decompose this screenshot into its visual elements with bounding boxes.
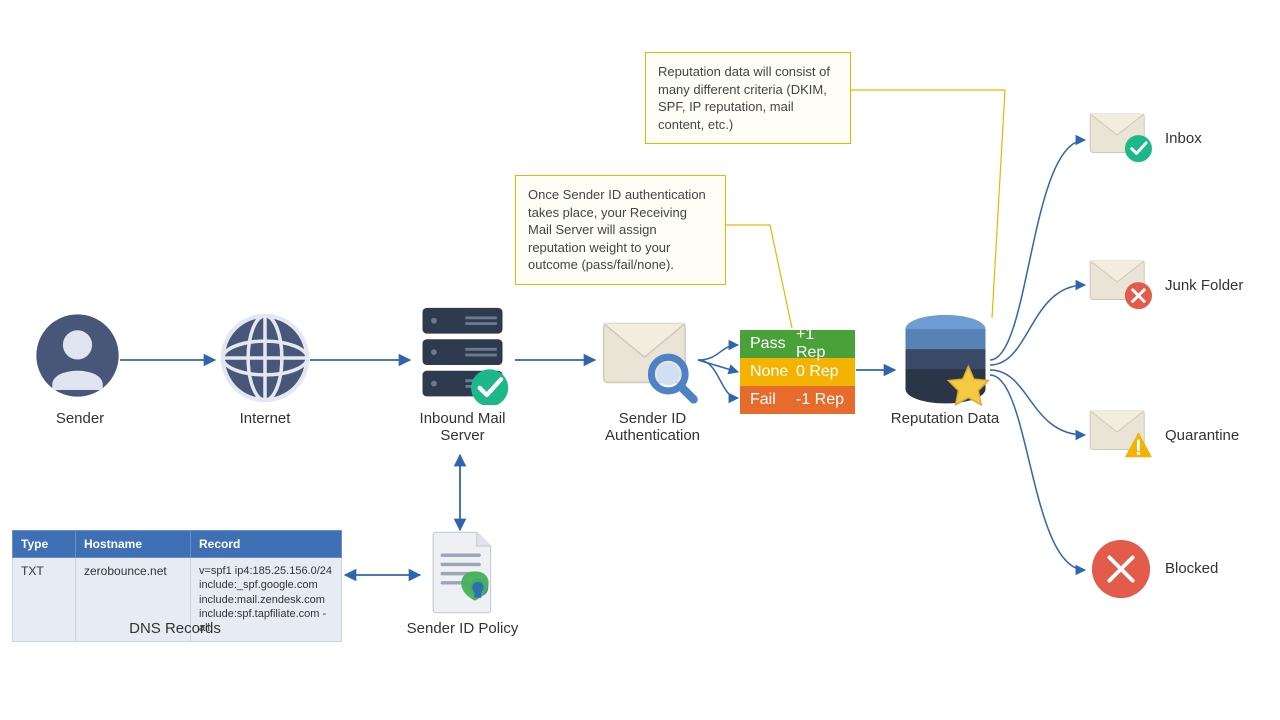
- rep-fail: Fail -1 Rep: [740, 386, 855, 414]
- blocked-icon: [1090, 538, 1152, 604]
- dns-th-hostname: Hostname: [76, 531, 191, 558]
- rep-pass-val: +1 Rep: [796, 326, 845, 362]
- rep-pass: Pass +1 Rep: [740, 330, 855, 358]
- rep-none-key: None: [750, 363, 796, 381]
- reputation-data-icon: [898, 312, 993, 416]
- inbox-icon: [1088, 108, 1156, 170]
- rep-none: None 0 Rep: [740, 358, 855, 386]
- rep-fail-val: -1 Rep: [796, 391, 845, 409]
- inbound-server-label: Inbound Mail Server: [400, 410, 525, 444]
- dns-td-type: TXT: [13, 558, 76, 642]
- dns-th-record: Record: [191, 531, 342, 558]
- sender-icon: [35, 313, 120, 402]
- rep-fail-key: Fail: [750, 391, 796, 409]
- blocked-label: Blocked: [1165, 560, 1218, 577]
- rep-none-val: 0 Rep: [796, 363, 845, 381]
- quarantine-icon: [1088, 405, 1156, 467]
- junk-icon: [1088, 255, 1156, 317]
- callout-sender-id: Once Sender ID authentication takes plac…: [515, 175, 726, 285]
- sender-id-icon: [600, 315, 700, 409]
- inbox-label: Inbox: [1165, 130, 1202, 147]
- dns-th-type: Type: [13, 531, 76, 558]
- callout-reputation-data: Reputation data will consist of many dif…: [645, 52, 851, 144]
- junk-label: Junk Folder: [1165, 277, 1243, 294]
- quarantine-label: Quarantine: [1165, 427, 1239, 444]
- reputation-data-label: Reputation Data: [885, 410, 1005, 427]
- sender-id-policy-icon: [428, 530, 498, 619]
- rep-pass-key: Pass: [750, 335, 796, 353]
- sender-id-policy-label: Sender ID Policy: [400, 620, 525, 637]
- sender-id-label: Sender ID Authentication: [590, 410, 715, 444]
- sender-label: Sender: [25, 410, 135, 427]
- internet-icon: [220, 313, 310, 407]
- dns-records-label: DNS Records: [90, 620, 260, 637]
- reputation-weights: Pass +1 Rep None 0 Rep Fail -1 Rep: [740, 330, 855, 414]
- inbound-server-icon: [415, 305, 510, 409]
- internet-label: Internet: [210, 410, 320, 427]
